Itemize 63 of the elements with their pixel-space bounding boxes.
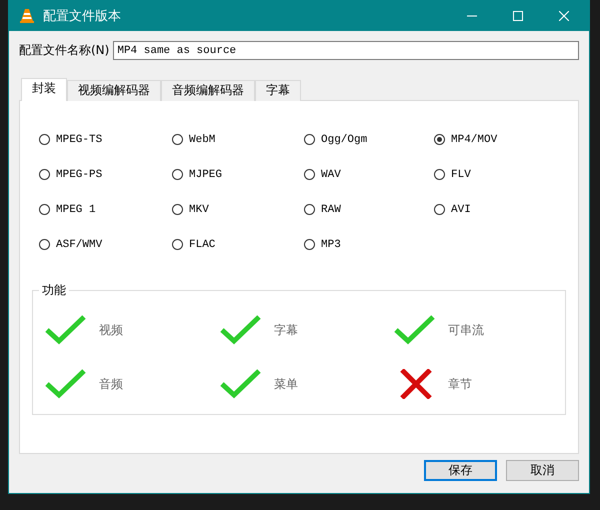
profile-name-field[interactable]: MP4 same as source	[113, 41, 579, 60]
format-label: MPEG-PS	[56, 168, 102, 180]
feature-label: 可串流	[448, 322, 484, 338]
traffic-cone-icon	[19, 8, 35, 24]
radio-icon[interactable]	[434, 204, 445, 215]
radio-icon[interactable]	[39, 239, 50, 250]
format-label: MKV	[189, 204, 209, 216]
radio-icon[interactable]	[172, 204, 183, 215]
format-label: MPEG-TS	[56, 134, 102, 146]
radio-icon[interactable]	[434, 134, 445, 145]
format-radio[interactable]: ASF/WMV	[39, 236, 172, 253]
format-label: ASF/WMV	[56, 238, 102, 250]
radio-icon[interactable]	[304, 134, 315, 145]
radio-icon[interactable]	[304, 239, 315, 250]
radio-icon[interactable]	[39, 169, 50, 180]
feature-label: 音频	[99, 376, 123, 392]
profile-name-label: 配置文件名称(N)	[19, 42, 110, 59]
format-radio[interactable]: MP3	[304, 236, 434, 253]
format-label: Ogg/Ogm	[321, 134, 368, 146]
window-title: 配置文件版本	[43, 8, 121, 24]
maximize-icon[interactable]	[513, 10, 523, 20]
radio-icon[interactable]	[172, 169, 183, 180]
format-label: FLAC	[189, 238, 216, 250]
radio-icon[interactable]	[434, 169, 445, 180]
radio-icon[interactable]	[39, 204, 50, 215]
cancel-button[interactable]: 取消	[506, 460, 579, 481]
format-label: WAV	[321, 168, 341, 180]
format-label: MP3	[321, 238, 341, 250]
format-radio[interactable]: AVI	[434, 201, 554, 218]
save-button[interactable]: 保存	[424, 460, 497, 481]
format-radio[interactable]: RAW	[304, 201, 434, 218]
format-label: AVI	[451, 204, 471, 216]
format-radio[interactable]: WAV	[304, 166, 434, 183]
format-radio[interactable]: Ogg/Ogm	[304, 131, 434, 148]
feature-label: 视频	[99, 322, 123, 338]
format-radio[interactable]: WebM	[172, 131, 304, 148]
radio-icon[interactable]	[39, 134, 50, 145]
radio-icon[interactable]	[172, 134, 183, 145]
format-radio[interactable]: MP4/MOV	[434, 131, 554, 148]
format-label: FLV	[451, 168, 471, 180]
format-label: MJPEG	[189, 168, 222, 180]
format-radio[interactable]: FLV	[434, 166, 554, 183]
radio-icon[interactable]	[304, 169, 315, 180]
format-radio[interactable]: MPEG-TS	[39, 131, 172, 148]
format-label: MP4/MOV	[451, 134, 498, 146]
tab[interactable]: 音频编解码器	[161, 80, 255, 101]
format-radio[interactable]: MPEG 1	[39, 201, 172, 218]
feature-label: 章节	[448, 376, 472, 392]
feature-label: 字幕	[274, 322, 298, 338]
format-radio[interactable]: MJPEG	[172, 166, 304, 183]
format-label: RAW	[321, 204, 341, 216]
format-radio[interactable]: MPEG-PS	[39, 166, 172, 183]
tab[interactable]: 封装	[21, 78, 67, 101]
tab[interactable]: 字幕	[255, 80, 301, 101]
close-icon[interactable]	[559, 10, 569, 20]
format-label: WebM	[189, 134, 216, 146]
feature-label: 菜单	[274, 376, 298, 392]
format-label: MPEG 1	[56, 204, 96, 216]
tab[interactable]: 视频编解码器	[67, 80, 161, 101]
radio-icon[interactable]	[304, 204, 315, 215]
format-radio[interactable]: MKV	[172, 201, 304, 218]
format-radio[interactable]: FLAC	[172, 236, 304, 253]
radio-icon[interactable]	[172, 239, 183, 250]
